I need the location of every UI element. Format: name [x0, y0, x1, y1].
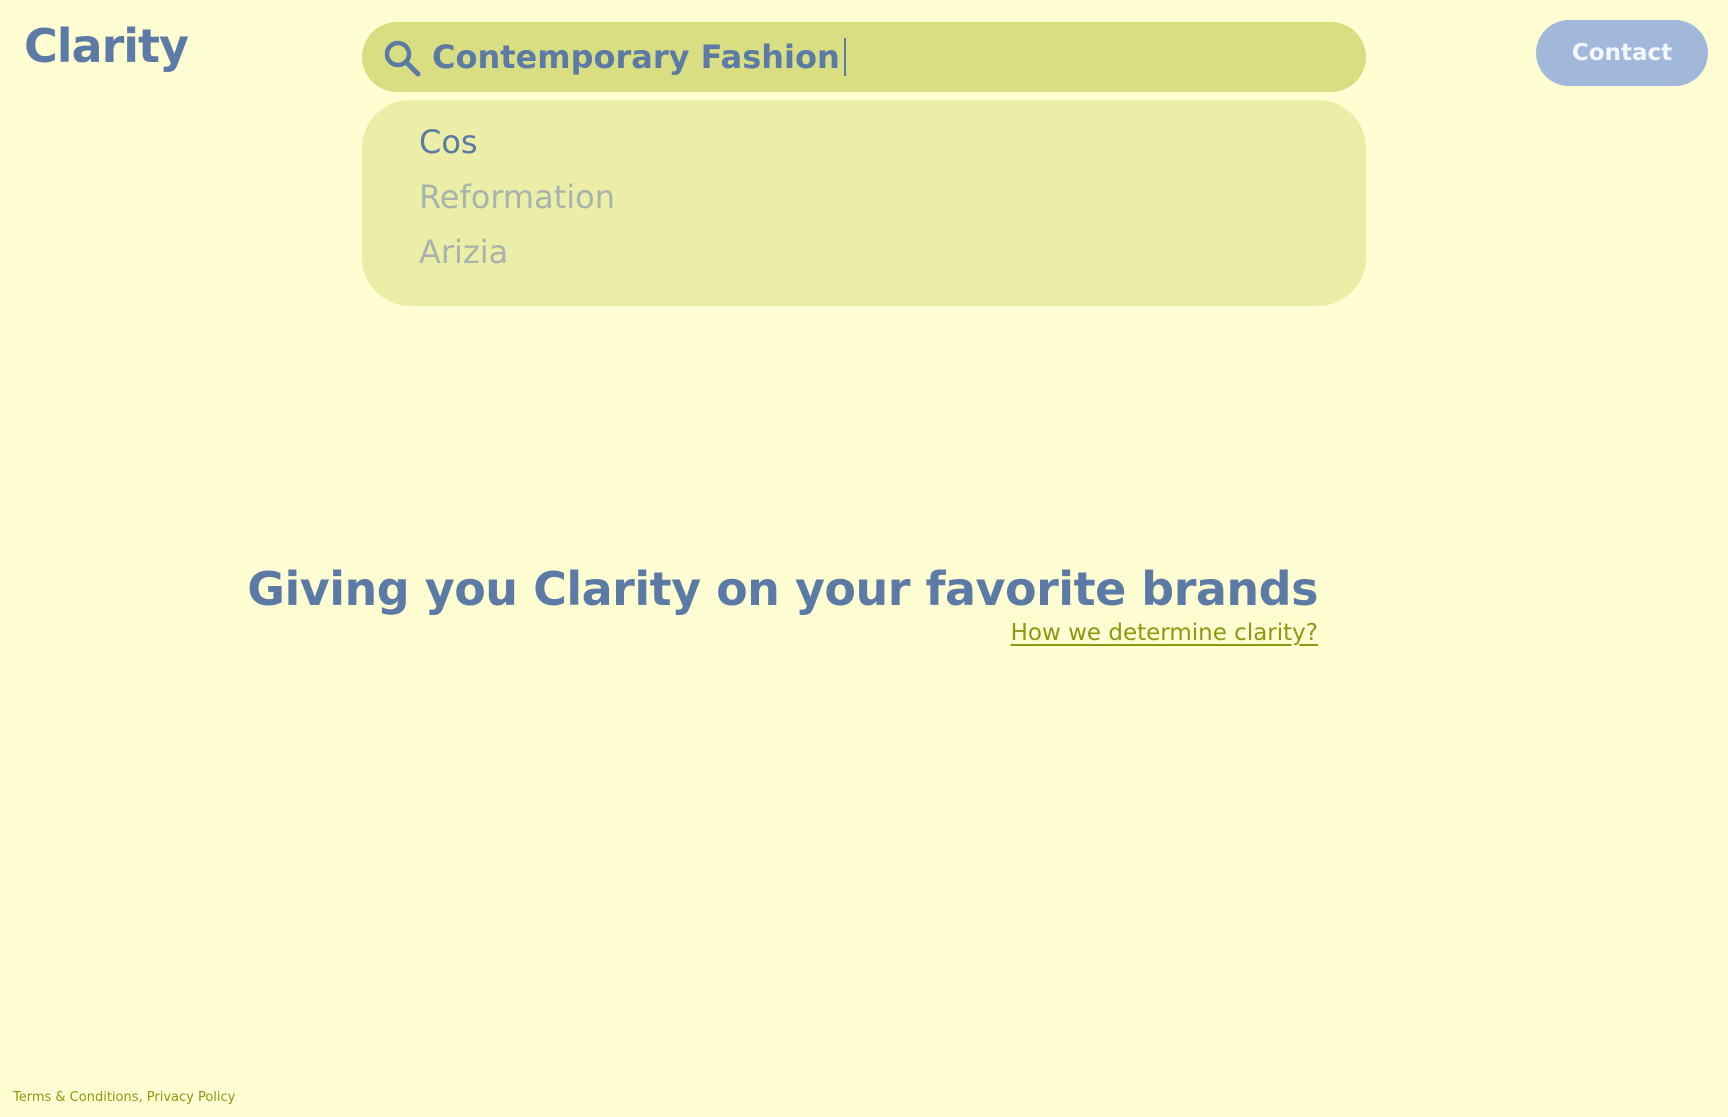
logo[interactable]: Clarity [24, 12, 189, 80]
contact-button[interactable]: Contact [1536, 20, 1708, 86]
search-icon [384, 40, 421, 77]
privacy-link[interactable]: Privacy Policy [147, 1090, 236, 1105]
suggestion-item-arizia[interactable]: Arizia [419, 232, 508, 272]
search-suggestions-dropdown: Cos Reformation Arizia [362, 100, 1366, 306]
how-we-determine-clarity-link[interactable]: How we determine clarity? [0, 616, 1318, 650]
search-input[interactable]: Contemporary Fashion [432, 22, 846, 92]
hero-headline: Giving you Clarity on your favorite bran… [247, 562, 1318, 616]
text-caret [843, 38, 846, 76]
search-bar[interactable]: Contemporary Fashion [362, 22, 1366, 92]
search-input-value: Contemporary Fashion [432, 38, 840, 76]
terms-link[interactable]: Terms & Conditions [13, 1090, 139, 1105]
footer-separator: , [138, 1090, 147, 1105]
how-link-label[interactable]: How we determine clarity? [1011, 620, 1318, 646]
footer: Terms & Conditions, Privacy Policy [13, 1088, 235, 1108]
suggestion-item-cos[interactable]: Cos [419, 122, 478, 162]
suggestion-item-reformation[interactable]: Reformation [419, 177, 615, 217]
